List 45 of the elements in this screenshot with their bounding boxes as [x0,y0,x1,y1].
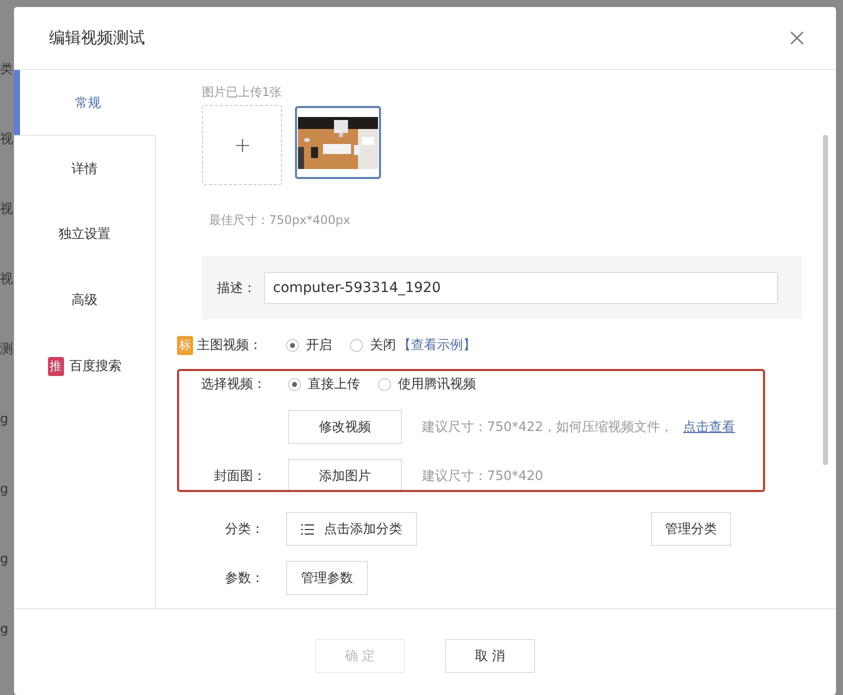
manage-category-button[interactable]: 管理分类 [651,512,731,546]
list-text: 类 [0,61,13,79]
scrollbar[interactable] [823,135,828,465]
sidebar-tab[interactable]: 高级 [14,267,156,333]
field-label: 参数： [224,570,264,587]
radio-option[interactable]: 使用腾讯视频 [378,375,476,393]
size-hint: 建议尺寸：750*422，如何压缩视频文件， [422,418,674,436]
upload-caption: 图片已上传1张 [202,84,283,101]
tag-badge: 标 [177,336,193,354]
list-text: g [0,551,8,569]
example-link[interactable]: 【查看示例】 [398,336,476,354]
dialog-title: 编辑视频测试 [49,28,146,48]
add-image-button[interactable]: 添加图片 [288,458,402,490]
size-hint: 建议尺寸：750*420 [422,468,544,484]
sidebar-tab[interactable]: 常规 [14,70,156,135]
list-text: g [0,411,8,429]
list-text: 视 [0,271,13,289]
change-video-button[interactable]: 修改视频 [288,410,402,444]
field-label: 分类： [224,521,264,538]
description-field[interactable]: computer-593314_1920 [264,272,778,304]
manage-params-button[interactable]: 管理参数 [286,561,368,595]
size-hint: 最佳尺寸：750px*400px [209,212,352,229]
radio-option[interactable]: 开启 [286,336,332,354]
add-category-button[interactable]: 点击添加分类 [286,512,417,546]
list-text: g [0,621,8,639]
sidebar-tab[interactable]: 推 百度搜索 [14,333,156,399]
list-text: g [0,481,8,499]
list-text: 测 [0,341,13,359]
field-label: 描述： [217,280,257,296]
list-text: 视 [0,201,13,219]
tab-badge: 推 [48,356,64,376]
plus-icon [236,138,248,152]
radio-option[interactable]: 关闭 [350,336,396,354]
sidebar-tab[interactable]: 详情 [14,135,156,201]
sidebar-tab[interactable]: 独立设置 [14,201,156,267]
close-icon[interactable] [790,31,804,45]
list-text: 视 [0,131,13,149]
image-thumbnail[interactable] [295,106,381,179]
list-icon [301,524,314,534]
field-label: 选择视频： [200,376,266,393]
radio-option[interactable]: 直接上传 [288,375,360,393]
field-label: 封面图： [213,468,266,484]
field-label: 主图视频： [197,337,262,354]
footer-button[interactable]: 取 消 [445,639,535,673]
view-link[interactable]: 点击查看 [683,418,736,436]
